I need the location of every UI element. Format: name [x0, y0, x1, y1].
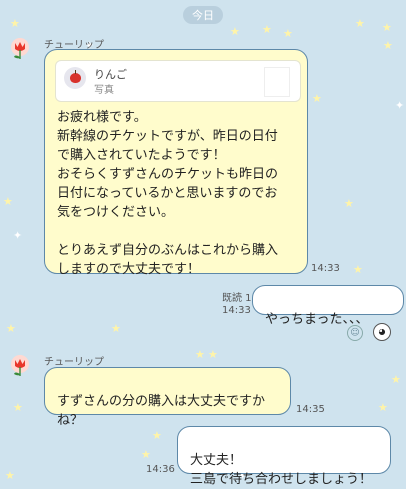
message-text: すずさんの分の購入は大丈夫ですか ね？ — [57, 394, 266, 428]
message-bubble[interactable]: やっちまった、、、 — [252, 285, 404, 327]
message-bubble[interactable]: りんご 写真 お疲れ様です。 新幹線のチケットですが、昨日の日付 で購入されてい… — [44, 49, 308, 277]
message-time: 14:36 — [146, 464, 175, 475]
message-bubble[interactable]: 大丈夫！ 三島で待ち合わせしましょう！ — [177, 426, 391, 487]
smiley-reaction-icon[interactable]: ☺ — [347, 325, 363, 341]
tulip-avatar-icon[interactable] — [10, 38, 30, 62]
sender-name: チューリップ — [44, 357, 104, 368]
message-text: 大丈夫！ 三島で待ち合わせしましょう！ — [190, 453, 373, 487]
reply-thumbnail — [264, 67, 290, 97]
sticker-icon[interactable]: ◕ — [373, 323, 391, 341]
reply-avatar — [64, 67, 86, 89]
read-status: 既読 1 — [222, 293, 252, 304]
reply-media-type: 写真 — [94, 85, 114, 96]
reply-preview[interactable]: りんご 写真 — [55, 60, 301, 102]
message-time: 14:33 — [311, 263, 340, 274]
message-bubble[interactable]: すずさんの分の購入は大丈夫ですか ね？ — [44, 367, 291, 428]
tulip-avatar-icon[interactable] — [10, 355, 30, 379]
message-time: 14:35 — [296, 404, 325, 415]
date-separator: 今日 — [183, 6, 223, 24]
message-text: お疲れ様です。 新幹線のチケットですが、昨日の日付 で購入されていたようです！ … — [57, 110, 279, 277]
message-time: 14:33 — [222, 305, 251, 316]
apple-icon — [69, 70, 81, 83]
